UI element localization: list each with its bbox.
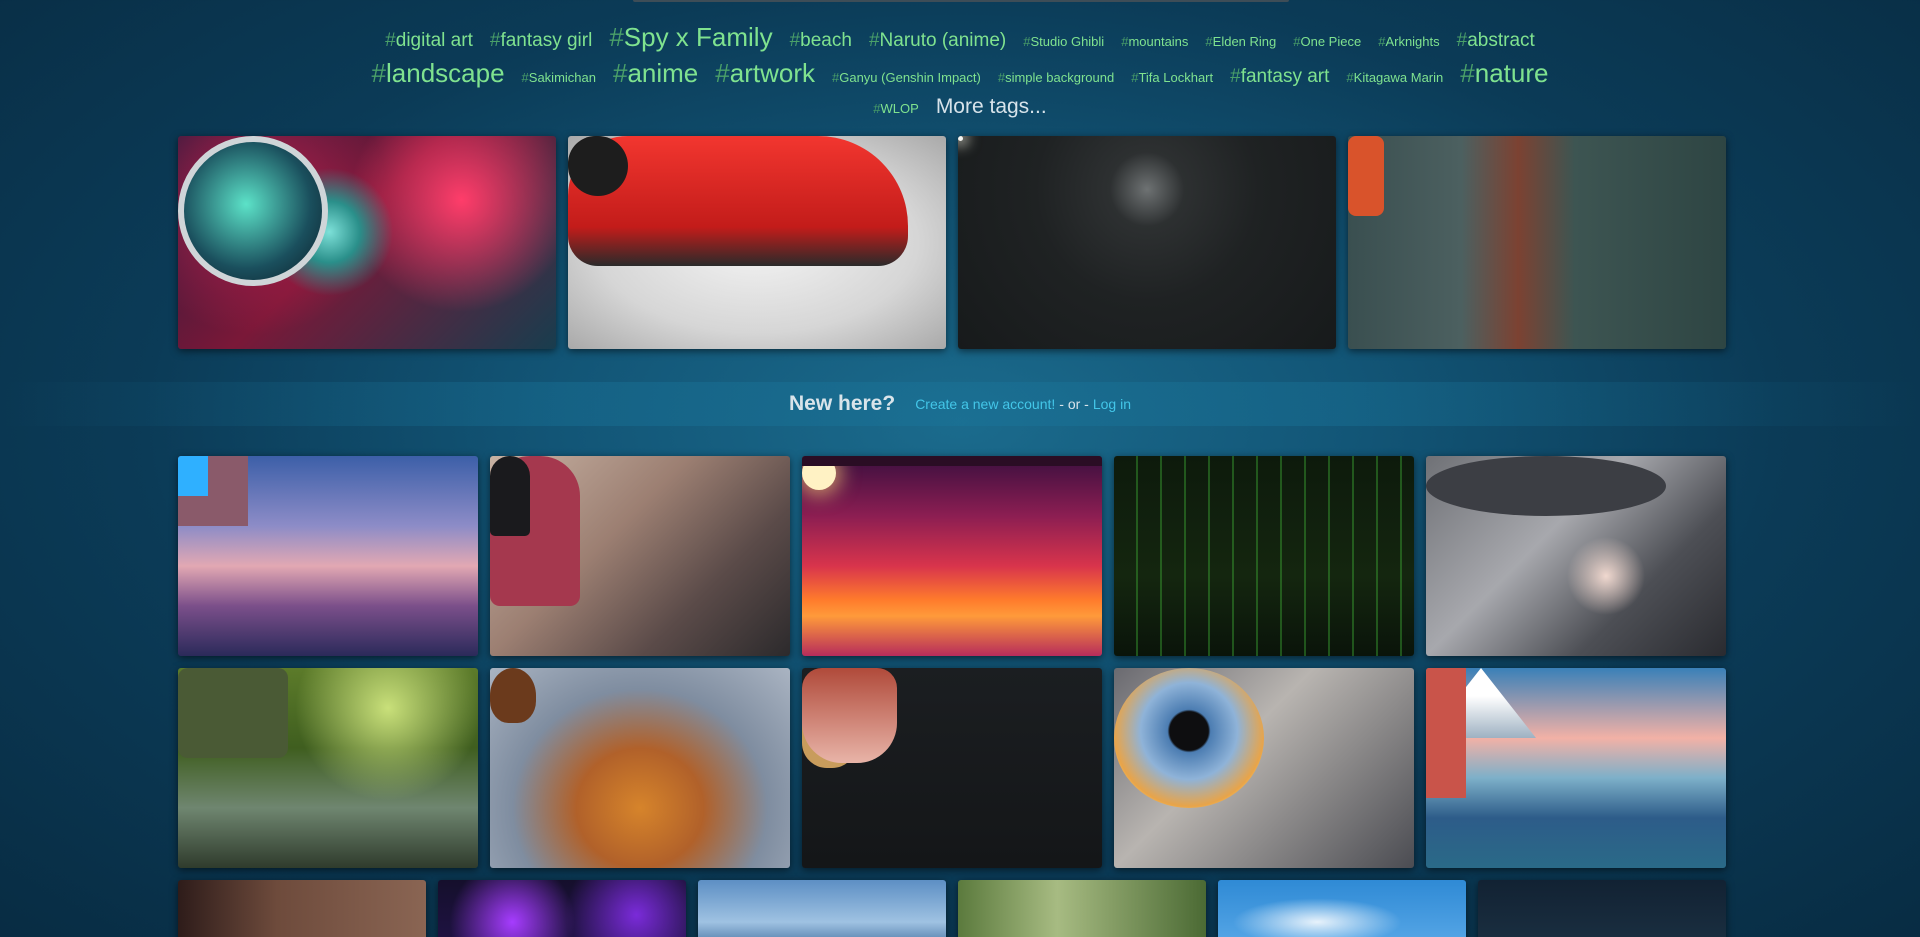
grid-thumb-14[interactable] — [958, 880, 1206, 937]
image — [698, 880, 946, 937]
astronaut-helmet — [178, 136, 328, 286]
grid-thumb-13[interactable] — [698, 880, 946, 937]
search-bar-edge — [633, 0, 1289, 2]
tag-link[interactable]: #Ganyu (Genshin Impact) — [832, 70, 981, 85]
image — [438, 880, 686, 937]
tag-cloud-row-2: #landscape #Sakimichan #anime #artwork #… — [0, 58, 1920, 89]
featured-thumb-1[interactable] — [178, 136, 556, 349]
grid-thumb-4[interactable] — [1114, 456, 1414, 656]
login-link[interactable]: Log in — [1093, 396, 1131, 412]
signup-banner: New here? Create a new account! - or - L… — [0, 382, 1920, 426]
tag-link[interactable]: #beach — [790, 30, 852, 52]
stream — [178, 456, 208, 496]
grid-thumb-16[interactable] — [1478, 880, 1726, 937]
tag-cloud-row-1: #digital art #fantasy girl #Spy x Family… — [0, 22, 1920, 53]
grid-thumb-15[interactable] — [1218, 880, 1466, 937]
tag-link[interactable]: #abstract — [1457, 30, 1535, 52]
grid-thumb-1[interactable] — [178, 456, 478, 656]
street-lamp — [958, 136, 963, 141]
grid-thumb-12[interactable] — [438, 880, 686, 937]
tag-link[interactable]: #digital art — [385, 30, 473, 52]
grid-thumb-10[interactable] — [1426, 668, 1726, 868]
image — [802, 456, 1102, 656]
tag-link[interactable]: #anime — [613, 58, 698, 89]
tag-link[interactable]: #fantasy girl — [490, 30, 592, 52]
hangar-number — [1348, 136, 1408, 226]
tag-link[interactable]: #mountains — [1121, 34, 1188, 49]
tag-link[interactable]: #Tifa Lockhart — [1131, 70, 1213, 85]
mossy-mill — [178, 668, 288, 758]
tag-link[interactable]: #nature — [1460, 58, 1548, 89]
tag-link[interactable]: #Spy x Family — [609, 22, 772, 53]
image — [958, 880, 1206, 937]
girl-dress — [802, 668, 897, 763]
featured-thumb-2[interactable] — [568, 136, 946, 349]
tag-link[interactable]: #artwork — [715, 58, 815, 89]
grid-thumb-11[interactable] — [178, 880, 426, 937]
featured-thumb-3[interactable] — [958, 136, 1336, 349]
grid-thumb-3[interactable] — [802, 456, 1102, 656]
image — [958, 136, 1336, 349]
tag-link[interactable]: #fantasy art — [1230, 66, 1329, 88]
pinecone — [490, 668, 536, 723]
or-separator: - or - — [1059, 396, 1089, 412]
tag-cloud-row-3: #WLOP More tags... — [0, 95, 1920, 119]
eye — [1114, 668, 1264, 808]
tag-link[interactable]: #WLOP — [873, 101, 919, 116]
car-wheel — [568, 136, 628, 196]
tag-link[interactable]: #Naruto (anime) — [869, 30, 1006, 52]
grid-thumb-7[interactable] — [490, 668, 790, 868]
image — [1478, 880, 1726, 937]
grid-thumb-2[interactable] — [490, 456, 790, 656]
tag-link[interactable]: #One Piece — [1293, 34, 1361, 49]
image — [1218, 880, 1466, 937]
create-account-link[interactable]: Create a new account! — [915, 396, 1055, 412]
grid-thumb-6[interactable] — [178, 668, 478, 868]
tag-link[interactable]: #Arknights — [1378, 34, 1439, 49]
signup-question: New here? — [788, 392, 896, 415]
tag-link[interactable]: #Kitagawa Marin — [1346, 70, 1443, 85]
more-tags-link[interactable]: More tags... — [936, 95, 1047, 119]
grid-thumb-9[interactable] — [1114, 668, 1414, 868]
tag-link[interactable]: #landscape — [372, 58, 505, 89]
red-trees — [1426, 668, 1466, 798]
black-cat — [490, 456, 530, 536]
image — [178, 880, 426, 937]
featured-thumb-4[interactable] — [1348, 136, 1726, 349]
tag-link[interactable]: #Studio Ghibli — [1023, 34, 1104, 49]
witch-hat — [1426, 456, 1666, 516]
tag-link[interactable]: #simple background — [998, 70, 1114, 85]
horizon-trees — [802, 456, 1102, 466]
tag-link[interactable]: #Sakimichan — [522, 70, 596, 85]
grid-thumb-5[interactable] — [1426, 456, 1726, 656]
image — [1114, 456, 1414, 656]
grid-thumb-8[interactable] — [802, 668, 1102, 868]
tag-link[interactable]: #Elden Ring — [1205, 34, 1276, 49]
